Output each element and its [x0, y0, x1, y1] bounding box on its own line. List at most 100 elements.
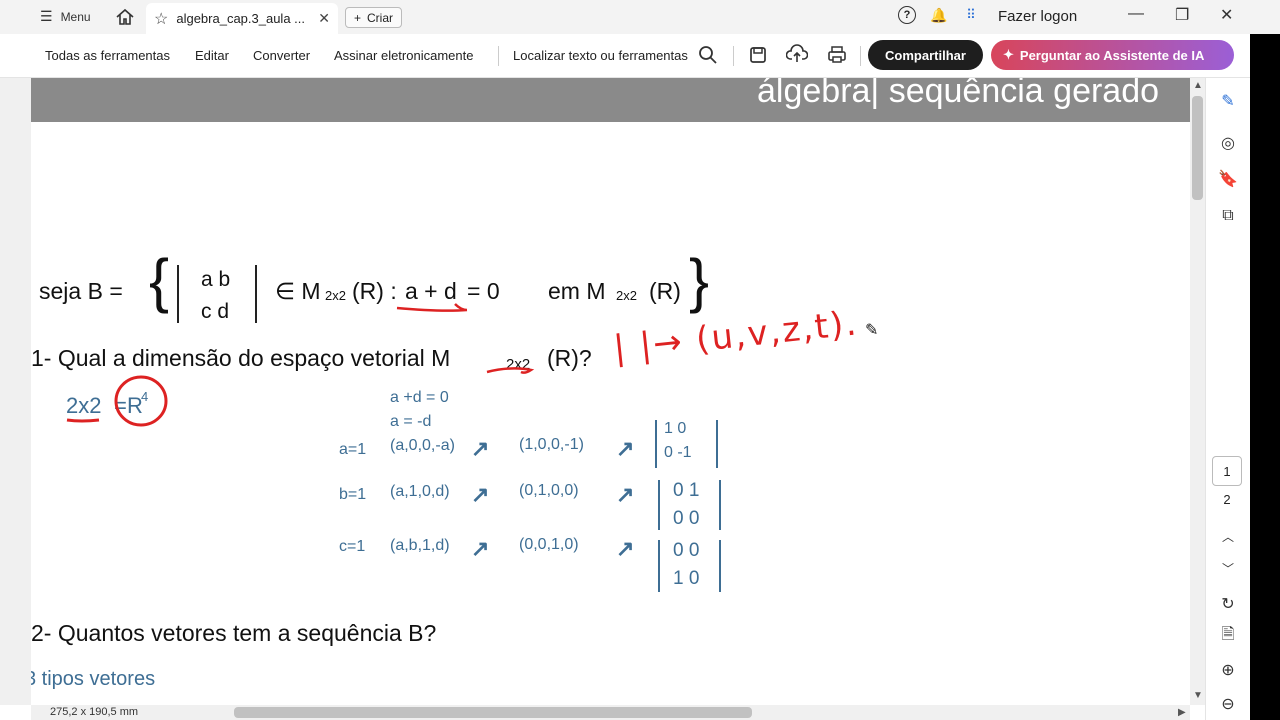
row-result: (0,0,1,0) — [519, 536, 579, 553]
scroll-down-icon[interactable]: ▼ — [1193, 690, 1203, 701]
bell-icon[interactable]: 🔔 — [930, 6, 948, 24]
document-tab[interactable]: ☆ algebra_cap.3_aula ... ✕ — [146, 3, 338, 34]
r-label: (R) : — [352, 278, 397, 304]
sign-menu[interactable]: Assinar eletronicamente — [334, 48, 473, 63]
plus-icon: + — [354, 10, 362, 25]
arrow-icon: ↗ — [471, 536, 490, 561]
copy-pages-icon[interactable]: ⧉ — [1216, 204, 1240, 228]
toolbar-divider — [860, 46, 861, 66]
ai-sparkle-icon: ✦ — [1003, 47, 1014, 62]
help-icon[interactable]: ? — [898, 6, 916, 24]
chevron-down-icon[interactable]: ﹀ — [1216, 556, 1240, 580]
create-label: Criar — [367, 10, 394, 25]
zoom-out-icon[interactable]: ⊖ — [1216, 692, 1240, 716]
all-tools-menu[interactable]: Todas as ferramentas — [45, 48, 170, 63]
matrix-bar-left — [177, 265, 179, 323]
banner-title: álgebra| sequência gerado — [757, 78, 1160, 110]
arrow-icon: ↗ — [616, 482, 635, 507]
refresh-icon[interactable]: ↻ — [1216, 592, 1240, 616]
question-2: 2- Quantos vetores tem a sequência B? — [31, 620, 437, 646]
matrix-bar — [719, 540, 721, 592]
toolbar-divider — [733, 46, 734, 66]
close-window-icon[interactable]: ✕ — [1220, 5, 1233, 25]
definition-prefix: seja B = — [39, 278, 123, 304]
arrow-icon: ↗ — [471, 482, 490, 507]
create-button[interactable]: + Criar — [345, 7, 403, 28]
chevron-up-icon[interactable]: ︿ — [1216, 524, 1240, 548]
row-label: a=1 — [339, 441, 367, 458]
convert-menu[interactable]: Converter — [253, 48, 310, 63]
arrow-icon: ↗ — [471, 436, 490, 461]
matrix-line-2: 1 0 — [673, 568, 700, 589]
star-icon[interactable]: ☆ — [154, 9, 168, 29]
hamburger-icon: ☰ — [40, 8, 53, 24]
matrix-bar — [658, 540, 660, 592]
pen-cursor-icon: ✎ — [865, 322, 879, 339]
edit-menu[interactable]: Editar — [195, 48, 229, 63]
scroll-right-icon[interactable]: ▶ — [1178, 707, 1186, 718]
print-icon[interactable] — [826, 44, 848, 66]
row-label: c=1 — [339, 538, 366, 555]
share-button[interactable]: Compartilhar — [868, 40, 983, 70]
matrix-line-1: 0 0 — [673, 540, 700, 561]
matrix-line-2: 0 -1 — [664, 444, 692, 461]
red-underline-m — [486, 367, 535, 374]
matrix-line-1: 1 0 — [664, 420, 687, 437]
scroll-up-icon[interactable]: ▲ — [1193, 80, 1203, 91]
left-brace: { — [149, 247, 170, 314]
matrix-line-2: 0 0 — [673, 508, 700, 529]
home-icon[interactable] — [114, 6, 136, 28]
row-result: (0,1,0,0) — [519, 482, 579, 499]
em-label: em M — [548, 278, 606, 304]
find-text[interactable]: Localizar texto ou ferramentas — [513, 48, 688, 63]
matrix-row-2: c d — [201, 300, 230, 323]
q1-end: (R)? — [547, 345, 592, 371]
zoom-in-icon[interactable]: ⊕ — [1216, 658, 1240, 682]
matrix-line-1: 0 1 — [673, 480, 700, 501]
red-circle-annotation — [66, 375, 168, 427]
em-subscript: 2x2 — [616, 288, 637, 303]
row-vector: (a,b,1,d) — [390, 537, 450, 554]
matrix-bar-right — [255, 265, 257, 323]
matrix-bar — [719, 480, 721, 530]
page-settings-icon[interactable]: 🗎 — [1216, 624, 1240, 648]
handwritten-note: | |→ (u,v,z,t). — [611, 303, 861, 369]
toolbar: Todas as ferramentas Editar Converter As… — [0, 34, 1280, 78]
document-page: álgebra| sequência gerado seja B = { a b… — [31, 78, 1190, 705]
element-of: ∈ M — [275, 278, 321, 304]
row-result: (1,0,0,-1) — [519, 436, 584, 453]
apps-grid-icon[interactable]: ⠿ — [962, 6, 980, 24]
menu-label: Menu — [60, 9, 91, 24]
save-icon[interactable] — [747, 44, 769, 66]
right-brace: } — [689, 247, 710, 314]
comment-add-icon[interactable]: ✎ — [1216, 89, 1240, 113]
matrix-bar — [655, 420, 657, 468]
ai-assistant-button[interactable]: ✦ Perguntar ao Assistente de IA — [991, 40, 1234, 70]
upload-icon[interactable] — [786, 44, 808, 66]
subscript-2x2: 2x2 — [325, 288, 346, 303]
horizontal-scroll-thumb[interactable] — [234, 707, 752, 718]
bookmark-icon[interactable]: 🔖 — [1216, 167, 1240, 191]
maximize-icon[interactable]: ❐ — [1175, 5, 1189, 25]
page-thumbnail-current[interactable]: 1 — [1212, 456, 1242, 486]
ai-assistant-label: Perguntar ao Assistente de IA — [1019, 47, 1205, 63]
equation-1: a +d = 0 — [390, 389, 449, 406]
ai-summary-icon[interactable]: ◎ — [1216, 131, 1240, 155]
row-vector: (a,1,0,d) — [390, 483, 450, 500]
menu-button[interactable]: ☰ Menu — [40, 8, 91, 25]
page-thumbnail-next[interactable]: 2 — [1212, 492, 1242, 507]
matrix-bar — [716, 420, 718, 468]
matrix-row-1: a b — [201, 268, 231, 291]
left-gutter — [0, 78, 31, 705]
tab-title: algebra_cap.3_aula ... — [176, 11, 305, 26]
minimize-icon[interactable]: — — [1128, 5, 1144, 23]
close-tab-icon[interactable]: ✕ — [318, 10, 330, 27]
screen-border — [1250, 34, 1280, 720]
toolbar-divider — [498, 46, 499, 66]
search-icon[interactable] — [697, 44, 719, 66]
slide-banner: álgebra| sequência gerado — [31, 78, 1190, 122]
vertical-scroll-thumb[interactable] — [1192, 96, 1203, 200]
equation-2: a = -d — [390, 413, 432, 430]
answer-2: 3 tipos vetores — [31, 668, 156, 690]
login-button[interactable]: Fazer logon — [998, 8, 1077, 25]
